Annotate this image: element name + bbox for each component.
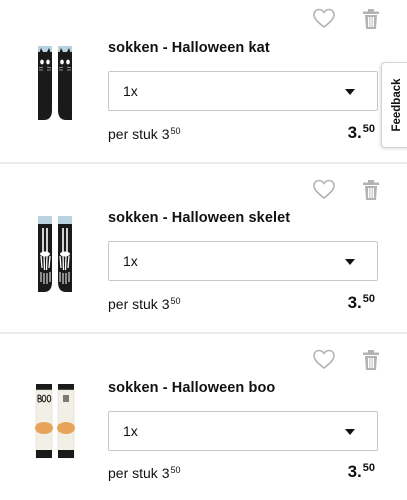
unit-price-decimals: 50 bbox=[170, 126, 181, 136]
shopping-cart-list: sokken - Halloween kat 1x per stuk 350 3… bbox=[0, 0, 407, 500]
product-name[interactable]: sokken - Halloween skelet bbox=[108, 210, 290, 226]
unit-price-decimals: 50 bbox=[170, 465, 181, 475]
trash-icon[interactable] bbox=[361, 8, 381, 30]
unit-price: per stuk 350 bbox=[108, 126, 181, 142]
unit-price: per stuk 350 bbox=[108, 296, 181, 312]
line-total: 3.50 bbox=[348, 123, 375, 143]
line-total-decimals: 50 bbox=[362, 123, 375, 135]
quantity-value: 1x bbox=[123, 83, 138, 99]
unit-price-label: per stuk bbox=[108, 465, 158, 481]
quantity-select[interactable]: 1x bbox=[108, 411, 378, 451]
feedback-tab[interactable]: Feedback bbox=[381, 62, 407, 148]
caret-down-icon bbox=[345, 429, 355, 435]
quantity-value: 1x bbox=[123, 423, 138, 439]
quantity-value: 1x bbox=[123, 253, 138, 269]
line-total-decimals: 50 bbox=[362, 462, 375, 474]
heart-outline-icon[interactable] bbox=[312, 7, 336, 29]
unit-price-integer: 3 bbox=[161, 465, 170, 481]
unit-price-label: per stuk bbox=[108, 296, 158, 312]
cart-item: sokken - Halloween kat 1x per stuk 350 3… bbox=[0, 0, 407, 164]
quantity-select[interactable]: 1x bbox=[108, 71, 378, 111]
line-total-integer: 3. bbox=[347, 293, 362, 312]
line-total-integer: 3. bbox=[347, 462, 362, 481]
cart-item: sokken - Halloween skelet 1x per stuk 35… bbox=[0, 164, 407, 334]
line-total-decimals: 50 bbox=[362, 293, 375, 305]
black-cat-socks-image[interactable] bbox=[30, 40, 80, 130]
line-total-integer: 3. bbox=[347, 123, 362, 142]
trash-icon[interactable] bbox=[361, 179, 381, 201]
skeleton-socks-image[interactable] bbox=[30, 212, 80, 302]
unit-price-integer: 3 bbox=[161, 126, 170, 142]
heart-outline-icon[interactable] bbox=[312, 348, 336, 370]
unit-price-decimals: 50 bbox=[170, 296, 181, 306]
line-total: 3.50 bbox=[348, 293, 375, 313]
unit-price-integer: 3 bbox=[161, 296, 170, 312]
unit-price-label: per stuk bbox=[108, 126, 158, 142]
caret-down-icon bbox=[345, 259, 355, 265]
caret-down-icon bbox=[345, 89, 355, 95]
trash-icon[interactable] bbox=[361, 349, 381, 371]
unit-price: per stuk 350 bbox=[108, 465, 181, 481]
line-total: 3.50 bbox=[348, 462, 375, 482]
heart-outline-icon[interactable] bbox=[312, 178, 336, 200]
feedback-label: Feedback bbox=[390, 78, 403, 132]
product-name[interactable]: sokken - Halloween kat bbox=[108, 40, 270, 56]
quantity-select[interactable]: 1x bbox=[108, 241, 378, 281]
cart-item: sokken - Halloween boo 1x per stuk 350 3… bbox=[0, 334, 407, 500]
product-name[interactable]: sokken - Halloween boo bbox=[108, 380, 275, 396]
boo-socks-image[interactable] bbox=[30, 378, 80, 468]
